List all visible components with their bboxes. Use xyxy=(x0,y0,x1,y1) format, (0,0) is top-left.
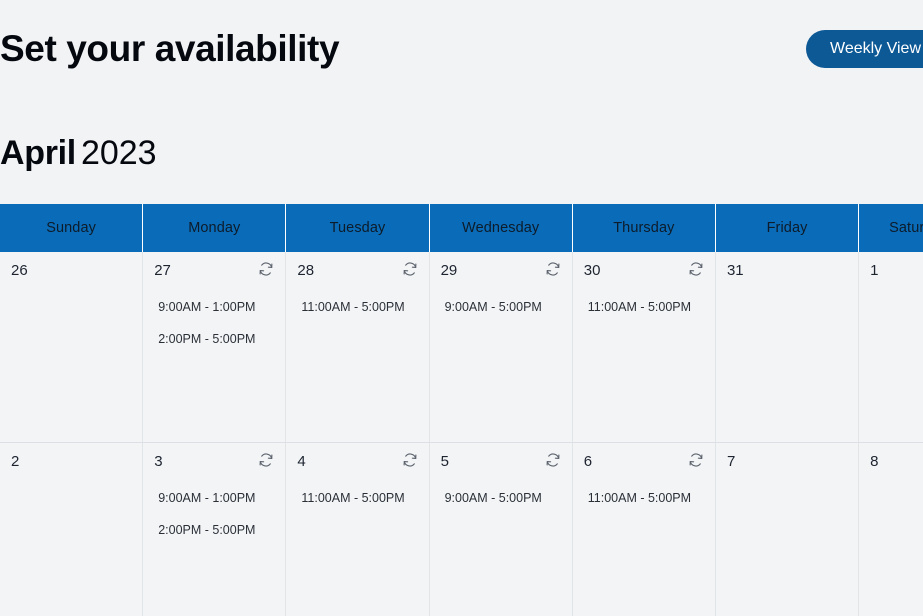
time-slot-list: 11:00AM - 5:00PM xyxy=(584,299,704,315)
day-cell[interactable]: 31 xyxy=(715,252,860,442)
weekday-header-row: Sunday Monday Tuesday Wednesday Thursday Frid… xyxy=(0,204,923,252)
day-cell[interactable]: 8 xyxy=(859,443,923,616)
recurring-sync-icon[interactable] xyxy=(258,452,274,468)
time-slot[interactable]: 2:00PM - 5:00PM xyxy=(154,331,274,347)
day-cell[interactable]: 30 11:00AM - 5:00PM xyxy=(572,252,716,442)
time-slot[interactable]: 11:00AM - 5:00PM xyxy=(297,490,417,506)
recurring-sync-icon[interactable] xyxy=(402,452,418,468)
availability-page: Set your availability Weekly View April 2… xyxy=(0,0,923,616)
day-number: 28 xyxy=(297,262,315,279)
time-slot-list: 11:00AM - 5:00PM xyxy=(297,299,417,315)
time-slot-list: 9:00AM - 5:00PM xyxy=(441,490,561,506)
calendar-grid: Sunday Monday Tuesday Wednesday Thursday Frid… xyxy=(0,204,923,616)
time-slot[interactable]: 9:00AM - 1:00PM xyxy=(154,490,274,506)
recurring-sync-icon[interactable] xyxy=(545,261,561,277)
recurring-sync-icon[interactable] xyxy=(402,261,418,277)
day-cell[interactable]: 5 9:00AM - 5:00PM xyxy=(429,443,573,616)
day-number: 5 xyxy=(440,453,449,470)
page-header: Set your availability Weekly View xyxy=(0,0,923,100)
weekly-view-button[interactable]: Weekly View xyxy=(806,30,923,68)
time-slot-list: 9:00AM - 1:00PM 2:00PM - 5:00PM xyxy=(154,490,274,538)
time-slot-list: 11:00AM - 5:00PM xyxy=(584,490,704,506)
day-cell[interactable]: 6 11:00AM - 5:00PM xyxy=(572,443,716,616)
day-number: 8 xyxy=(870,453,879,470)
weekday-header-friday: Friday xyxy=(716,204,860,252)
time-slot[interactable]: 11:00AM - 5:00PM xyxy=(584,490,704,506)
day-number: 3 xyxy=(154,453,163,470)
day-cell[interactable]: 4 11:00AM - 5:00PM xyxy=(286,443,430,616)
weekday-header-thursday: Thursday xyxy=(573,204,716,252)
day-number: 2 xyxy=(11,453,20,470)
day-cell[interactable]: 2 xyxy=(0,443,144,616)
day-cell[interactable]: 29 9:00AM - 5:00PM xyxy=(429,252,573,442)
weekday-header-saturday: Saturday xyxy=(889,220,923,236)
day-number: 30 xyxy=(583,262,601,279)
day-number: 1 xyxy=(870,262,879,279)
page-title: Set your availability xyxy=(0,28,340,69)
month-heading: April 2023 xyxy=(0,128,157,178)
time-slot[interactable]: 2:00PM - 5:00PM xyxy=(154,522,274,538)
recurring-sync-icon[interactable] xyxy=(688,452,704,468)
recurring-sync-icon[interactable] xyxy=(545,452,561,468)
day-number: 27 xyxy=(154,262,171,279)
time-slot-list: 11:00AM - 5:00PM xyxy=(297,490,417,506)
time-slot[interactable]: 11:00AM - 5:00PM xyxy=(297,299,417,315)
day-cell[interactable]: 27 9:00AM - 1:00PM 2:00PM - 5:00PM xyxy=(143,252,287,442)
time-slot[interactable]: 11:00AM - 5:00PM xyxy=(584,299,704,315)
month-year: 2023 xyxy=(80,134,157,172)
time-slot[interactable]: 9:00AM - 5:00PM xyxy=(441,490,561,506)
day-cell[interactable]: 1 xyxy=(859,252,923,442)
day-cell[interactable]: 26 xyxy=(0,252,144,442)
time-slot-list: 9:00AM - 1:00PM 2:00PM - 5:00PM xyxy=(154,299,274,347)
day-cell[interactable]: 28 11:00AM - 5:00PM xyxy=(286,252,430,442)
recurring-sync-icon[interactable] xyxy=(688,261,704,277)
time-slot-list: 9:00AM - 5:00PM xyxy=(441,299,561,315)
weekday-header-monday: Monday xyxy=(143,204,287,252)
weekday-header-tuesday: Tuesday xyxy=(286,204,430,252)
day-number: 31 xyxy=(726,262,744,279)
day-cell[interactable]: 3 9:00AM - 1:00PM 2:00PM - 5:00PM xyxy=(143,443,287,616)
day-number: 7 xyxy=(726,453,736,470)
calendar-week-row: 2 3 9:00AM - 1:00PM 2:00PM - 5:00PM 4 11:00AM… xyxy=(0,443,923,616)
day-number: 29 xyxy=(440,262,458,279)
day-number: 4 xyxy=(297,453,306,470)
weekday-header-sunday: Sunday xyxy=(0,204,144,252)
calendar-week-row: 26 27 9:00AM - 1:00PM 2:00PM - 5:00PM 28 11:0… xyxy=(0,252,923,443)
time-slot[interactable]: 9:00AM - 5:00PM xyxy=(441,299,561,315)
month-name: April xyxy=(0,134,76,172)
weekday-header-wednesday: Wednesday xyxy=(430,204,573,252)
day-number: 26 xyxy=(11,262,28,279)
day-cell[interactable]: 7 xyxy=(715,443,860,616)
calendar-week-rows: 26 27 9:00AM - 1:00PM 2:00PM - 5:00PM 28 11:0… xyxy=(0,252,923,616)
recurring-sync-icon[interactable] xyxy=(258,261,274,277)
day-number: 6 xyxy=(583,453,593,470)
time-slot[interactable]: 9:00AM - 1:00PM xyxy=(154,299,274,315)
